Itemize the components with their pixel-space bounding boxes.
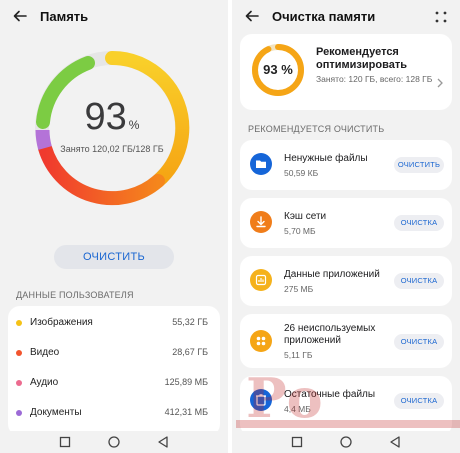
storage-percent: 93%: [84, 96, 140, 138]
back-arrow-icon[interactable]: [12, 8, 28, 24]
color-dot: [16, 410, 22, 416]
clean-item-junk-files[interactable]: Ненужные файлы 50,59 КБ ОЧИСТИТЬ: [240, 140, 452, 190]
nav-back-icon[interactable]: [156, 435, 170, 449]
cleanup-screen: Очистка памяти 93 % Рекомендуется оптими…: [232, 0, 460, 453]
clean-item-unused-apps[interactable]: 26 неиспользуемых приложений 5,11 ГБ ОЧИ…: [240, 314, 452, 368]
download-icon: [250, 211, 272, 233]
storage-ring: 93% Занято 120,02 ГБ/128 ГБ: [28, 44, 196, 212]
clean-button[interactable]: ОЧИСТИТЬ: [54, 245, 174, 269]
summary-title: Рекомендуется оптимизировать: [316, 46, 407, 71]
clean-button[interactable]: ОЧИСТИТЬ: [394, 157, 444, 173]
color-dot: [16, 320, 22, 326]
page-title: Очистка памяти: [272, 9, 376, 24]
color-dot: [16, 380, 22, 386]
storage-used-text: Занято 120,02 ГБ/128 ГБ: [60, 144, 164, 154]
recent-apps-icon[interactable]: [290, 435, 304, 449]
summary-percent: 93 %: [263, 62, 293, 77]
color-dot: [16, 350, 22, 356]
apps-grid-icon: [250, 330, 272, 352]
clean-item-residual-files[interactable]: Остаточные файлы 4,4 МБ ОЧИСТКА: [240, 376, 452, 436]
recommended-heading: РЕКОМЕНДУЕТСЯ ОЧИСТИТЬ: [248, 124, 385, 134]
user-data-heading: ДАННЫЕ ПОЛЬЗОВАТЕЛЯ: [16, 290, 134, 300]
user-data-item-images[interactable]: Изображения 55,32 ГБ: [8, 308, 220, 338]
nav-back-icon[interactable]: [388, 435, 402, 449]
top-bar: Память: [0, 0, 228, 34]
optimization-summary-card[interactable]: 93 % Рекомендуется оптимизировать Занято…: [240, 34, 452, 110]
summary-subtitle: Занято: 120 ГБ, всего: 128 ГБ: [316, 74, 433, 84]
more-options-icon[interactable]: [434, 10, 448, 24]
home-icon[interactable]: [107, 435, 121, 449]
clean-item-network-cache[interactable]: Кэш сети 5,70 МБ ОЧИСТКА: [240, 198, 452, 248]
home-icon[interactable]: [339, 435, 353, 449]
user-data-item-documents[interactable]: Документы 412,31 МБ: [8, 398, 220, 428]
clean-button[interactable]: ОЧИСТКА: [394, 273, 444, 289]
back-arrow-icon[interactable]: [244, 8, 260, 24]
user-data-item-audio[interactable]: Аудио 125,89 МБ: [8, 368, 220, 398]
user-data-item-video[interactable]: Видео 28,67 ГБ: [8, 338, 220, 368]
residual-files-icon: [250, 389, 272, 411]
clean-button[interactable]: ОЧИСТКА: [394, 393, 444, 409]
recent-apps-icon[interactable]: [58, 435, 72, 449]
folder-icon: [250, 153, 272, 175]
system-nav-bar: [0, 431, 228, 453]
user-data-list: Изображения 55,32 ГБ Видео 28,67 ГБ Ауди…: [8, 306, 220, 436]
system-nav-bar: [232, 431, 460, 453]
page-title: Память: [40, 9, 89, 24]
clean-button[interactable]: ОЧИСТКА: [394, 215, 444, 231]
top-bar: Очистка памяти: [232, 0, 460, 34]
chart-icon: [250, 269, 272, 291]
clean-button[interactable]: ОЧИСТКА: [394, 334, 444, 350]
clean-item-app-data[interactable]: Данные приложений 275 МБ ОЧИСТКА: [240, 256, 452, 306]
chevron-right-icon: [437, 78, 443, 88]
storage-screen: Память 93% Занято 120,02 ГБ/128 ГБ ОЧИСТ…: [0, 0, 228, 453]
